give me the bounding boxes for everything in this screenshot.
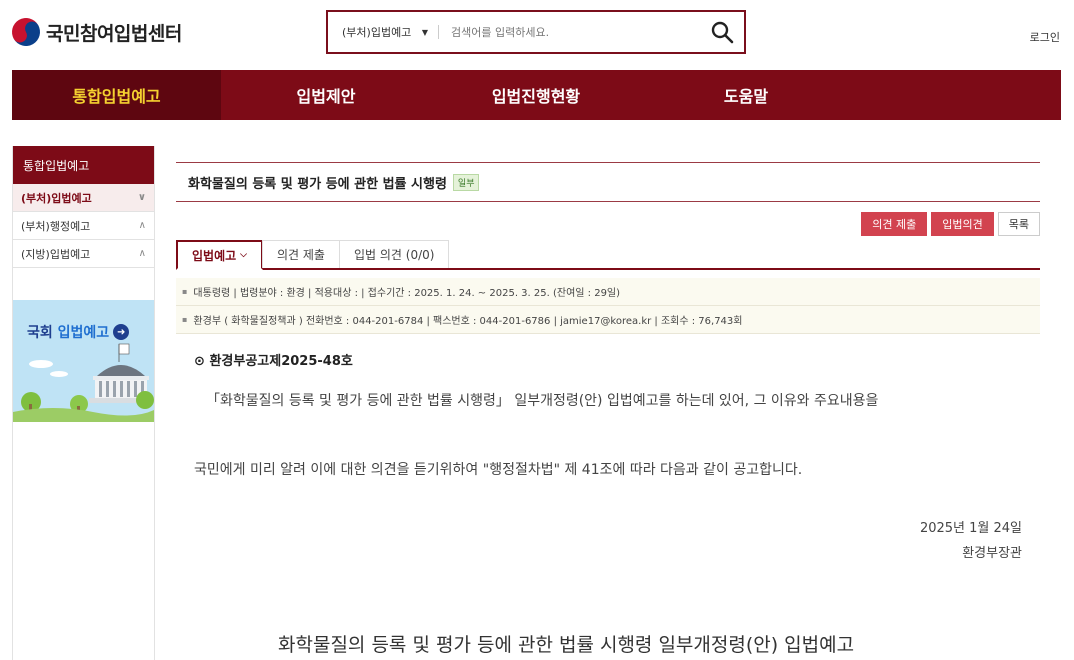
list-button[interactable]: 목록: [997, 212, 1040, 236]
tab-label: 입법예고: [192, 248, 237, 263]
site-logo[interactable]: 국민참여입법센터: [6, 12, 182, 52]
caret-down-icon: ▼: [421, 27, 428, 37]
tab-legislative-notice[interactable]: 입법예고 ⌵: [176, 240, 263, 270]
notice-paragraph-1: 「화학물질의 등록 및 평가 등에 관한 법률 시행령」 일부개정령(안) 입법…: [206, 393, 879, 409]
amendment-type-badge: 일부: [452, 173, 480, 191]
tab-submit-opinion[interactable]: 의견 제출: [262, 240, 340, 268]
notice-paragraph-2: 국민에게 미리 알려 이에 대한 의견을 듣기위하여 "행정절차법" 제 41조…: [194, 462, 803, 478]
search-input[interactable]: [439, 25, 700, 39]
site-name: 국민참여입법센터: [46, 22, 182, 45]
sidebar-item-ministry-administrative-notice[interactable]: (부처)행정예고 ∧: [13, 212, 154, 240]
bullet-icon: ▪: [182, 287, 188, 296]
circle-dot-icon: ⊙: [194, 354, 205, 369]
nav-item-legislative-status[interactable]: 입법진행현황: [431, 70, 641, 120]
login-link[interactable]: 로그인: [1030, 29, 1060, 45]
notice-detail: 화학물질의 등록 및 평가 등에 관한 법률 시행령 일부 의견 제출 입법의견…: [176, 162, 1040, 656]
sidebar-item-label: (지방)입법예고: [21, 247, 91, 261]
nav-item-integrated-notice[interactable]: 통합입법예고: [12, 70, 221, 120]
national-assembly-banner[interactable]: 국회 입법예고 ➜: [13, 300, 154, 422]
notice-number-text: 환경부공고제2025-48호: [209, 354, 353, 369]
notice-date: 2025년 1월 24일: [919, 521, 1022, 536]
chevron-up-icon: ∧: [138, 248, 146, 259]
sidebar: 통합입법예고 (부처)입법예고 ∨ (부처)행정예고 ∧ (지방)입법예고 ∧ …: [12, 146, 155, 660]
search-button[interactable]: [700, 12, 744, 52]
legislative-opinion-button[interactable]: 입법의견: [931, 212, 994, 236]
submit-opinion-button[interactable]: 의견 제출: [861, 212, 928, 236]
info-contact-text: 환경부 ( 화학물질정책과 ) 전화번호 : 044-201-6784 | 팩스…: [193, 316, 743, 327]
search-bar: (부처)입법예고 ▼: [326, 10, 746, 54]
search-category-select[interactable]: (부처)입법예고 ▼: [328, 24, 438, 40]
search-category-value: (부처)입법예고: [342, 26, 412, 39]
sidebar-item-ministry-legislative-notice[interactable]: (부처)입법예고 ∨: [13, 184, 154, 212]
nav-item-legislative-proposal[interactable]: 입법제안: [221, 70, 431, 120]
notice-issuer: 환경부장관: [962, 546, 1022, 561]
detail-tabs: 입법예고 ⌵ 의견 제출 입법 의견 (0/0): [176, 240, 1040, 270]
notice-info: ▪ 대통령령 | 법령분야 : 환경 | 적용대상 : | 접수기간 : 202…: [176, 278, 1040, 334]
law-title: 화학물질의 등록 및 평가 등에 관한 법률 시행령: [188, 176, 447, 192]
info-row-contact: ▪ 환경부 ( 화학물질정책과 ) 전화번호 : 044-201-6784 | …: [176, 306, 1040, 334]
sidebar-item-local-legislative-notice[interactable]: (지방)입법예고 ∧: [13, 240, 154, 268]
taegeuk-logo-icon: [6, 12, 46, 52]
bullet-icon: ▪: [182, 315, 188, 324]
sidebar-title: 통합입법예고: [13, 146, 154, 184]
action-buttons: 의견 제출 입법의견 목록: [861, 212, 1040, 236]
chevron-down-icon: ∨: [137, 192, 146, 203]
tab-label: 의견 제출: [277, 248, 325, 262]
sidebar-item-label: (부처)입법예고: [21, 191, 92, 205]
document-heading: 화학물질의 등록 및 평가 등에 관한 법률 시행령 일부개정령(안) 입법예고: [278, 634, 855, 656]
nav-item-help[interactable]: 도움말: [641, 70, 851, 120]
law-title-bar: 화학물질의 등록 및 평가 등에 관한 법률 시행령 일부: [176, 162, 1040, 202]
chevron-down-icon: ⌵: [240, 250, 247, 260]
info-category-text: 대통령령 | 법령분야 : 환경 | 적용대상 : | 접수기간 : 2025.…: [193, 288, 621, 299]
main-nav: 통합입법예고 입법제안 입법진행현황 도움말: [12, 70, 1061, 120]
sidebar-item-label: (부처)행정예고: [21, 219, 91, 233]
info-row-category: ▪ 대통령령 | 법령분야 : 환경 | 적용대상 : | 접수기간 : 202…: [176, 278, 1040, 306]
tab-legislative-opinions[interactable]: 입법 의견 (0/0): [338, 240, 450, 268]
notice-number: ⊙ 환경부공고제2025-48호: [194, 350, 353, 369]
search-icon: [711, 21, 734, 44]
national-assembly-building-illustration: [13, 343, 154, 422]
chevron-up-icon: ∧: [138, 220, 146, 231]
tab-label: 입법 의견 (0/0): [353, 248, 435, 262]
